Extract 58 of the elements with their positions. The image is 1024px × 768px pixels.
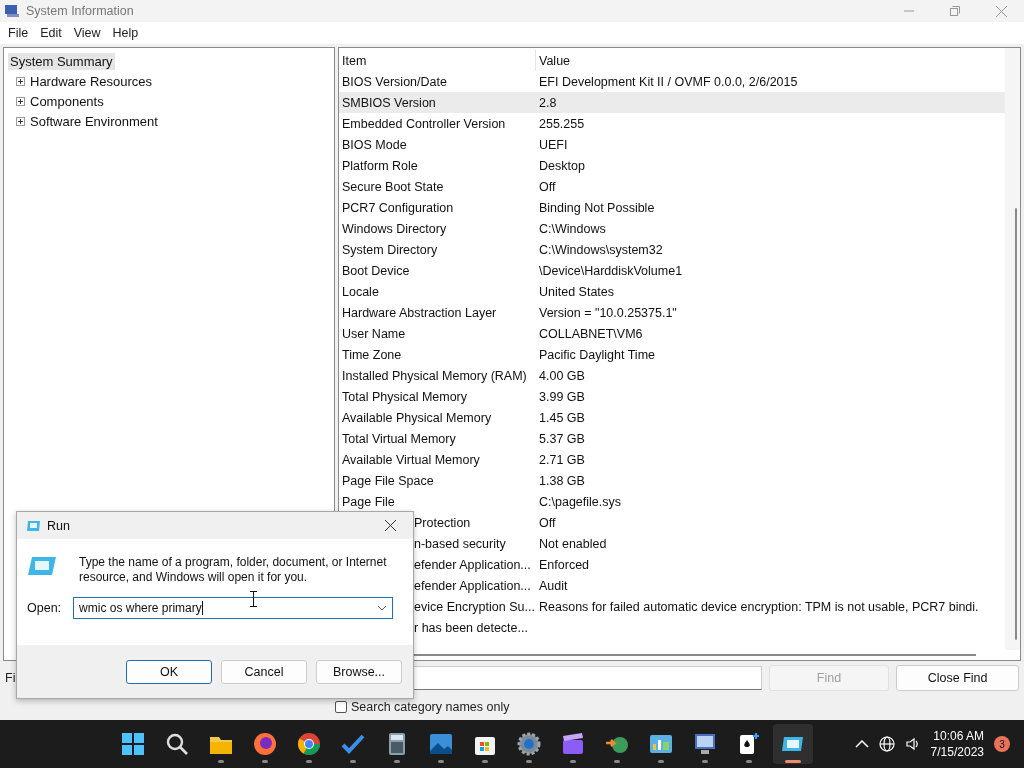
table-cell: BIOS Version/Date bbox=[342, 74, 447, 89]
table-cell: 3.99 GB bbox=[539, 389, 585, 404]
table-cell: 255.255 bbox=[539, 116, 585, 131]
table-cell: C:\pagefile.sys bbox=[539, 494, 621, 509]
table-cell: United States bbox=[539, 284, 615, 299]
open-label: Open: bbox=[27, 601, 62, 615]
table-cell: Available Physical Memory bbox=[342, 410, 492, 425]
table-cell: Boot Device bbox=[342, 263, 410, 278]
table-cell: Off bbox=[539, 179, 556, 194]
table-cell: n-based security bbox=[414, 536, 506, 551]
table-cell: Installed Physical Memory (RAM) bbox=[342, 368, 527, 383]
table-cell: efender Application... bbox=[414, 578, 531, 593]
table-cell: 2.71 GB bbox=[539, 452, 585, 467]
table-cell: Total Virtual Memory bbox=[342, 431, 456, 446]
table-cell: PCR7 Configuration bbox=[342, 200, 454, 215]
table-cell: COLLABNET\VM6 bbox=[539, 326, 643, 341]
table-cell: Page File Space bbox=[342, 473, 434, 488]
dialog-message: Type the name of a program, folder, document, or Internet resource, and Windows will open it for you. bbox=[79, 555, 388, 585]
table-cell: SMBIOS Version bbox=[342, 95, 436, 110]
table-cell: Embedded Controller Version bbox=[342, 116, 506, 131]
window-title: System Information bbox=[26, 4, 134, 18]
table-cell: System Directory bbox=[342, 242, 438, 257]
table-cell: 1.38 GB bbox=[539, 473, 585, 488]
table-cell: Reasons for failed automatic device encryption: TPM is not usable, PCR7 bindi. bbox=[539, 599, 979, 614]
table-cell: User Name bbox=[342, 326, 406, 341]
table-cell: evice Encryption Su... bbox=[414, 599, 535, 614]
table-cell: 4.00 GB bbox=[539, 368, 585, 383]
table-cell: Protection bbox=[414, 515, 471, 530]
table-cell: C:\Windows bbox=[539, 221, 606, 236]
table-cell: Desktop bbox=[539, 158, 585, 173]
table-cell: Platform Role bbox=[342, 158, 418, 173]
table-cell: Locale bbox=[342, 284, 379, 299]
table-cell: Hardware Abstraction Layer bbox=[342, 305, 497, 320]
table-cell: Available Virtual Memory bbox=[342, 452, 480, 467]
table-cell: EFI Development Kit II / OVMF 0.0.0, 2/6/2015 bbox=[539, 74, 798, 89]
table-cell: Version = "10.0.25375.1" bbox=[539, 305, 677, 320]
table-cell: Audit bbox=[539, 578, 568, 593]
table-cell: Secure Boot State bbox=[342, 179, 444, 194]
table-cell: efender Application... bbox=[414, 557, 531, 572]
table-cell: Total Physical Memory bbox=[342, 389, 468, 404]
table-cell: UEFI bbox=[539, 137, 568, 152]
table-cell: 5.37 GB bbox=[539, 431, 585, 446]
table-cell: Windows Directory bbox=[342, 221, 447, 236]
table-cell: Not enabled bbox=[539, 536, 607, 551]
table-cell: Time Zone bbox=[342, 347, 402, 362]
find-label: Fi bbox=[5, 671, 16, 685]
table-cell: 1.45 GB bbox=[539, 410, 585, 425]
table-cell: Page File bbox=[342, 494, 395, 509]
table-cell: r has been detecte... bbox=[414, 620, 528, 635]
table-cell: C:\Windows\system32 bbox=[539, 242, 663, 257]
table-cell: \Device\HarddiskVolume1 bbox=[539, 263, 683, 278]
table-cell: Off bbox=[539, 515, 556, 530]
table-cell: Pacific Daylight Time bbox=[539, 347, 655, 362]
table-cell: Enforced bbox=[539, 557, 590, 572]
table-cell: BIOS Mode bbox=[342, 137, 407, 152]
table-cell: 2.8 bbox=[539, 95, 557, 110]
dialog-title: Run bbox=[47, 518, 70, 533]
table-cell: Binding Not Possible bbox=[539, 200, 655, 215]
